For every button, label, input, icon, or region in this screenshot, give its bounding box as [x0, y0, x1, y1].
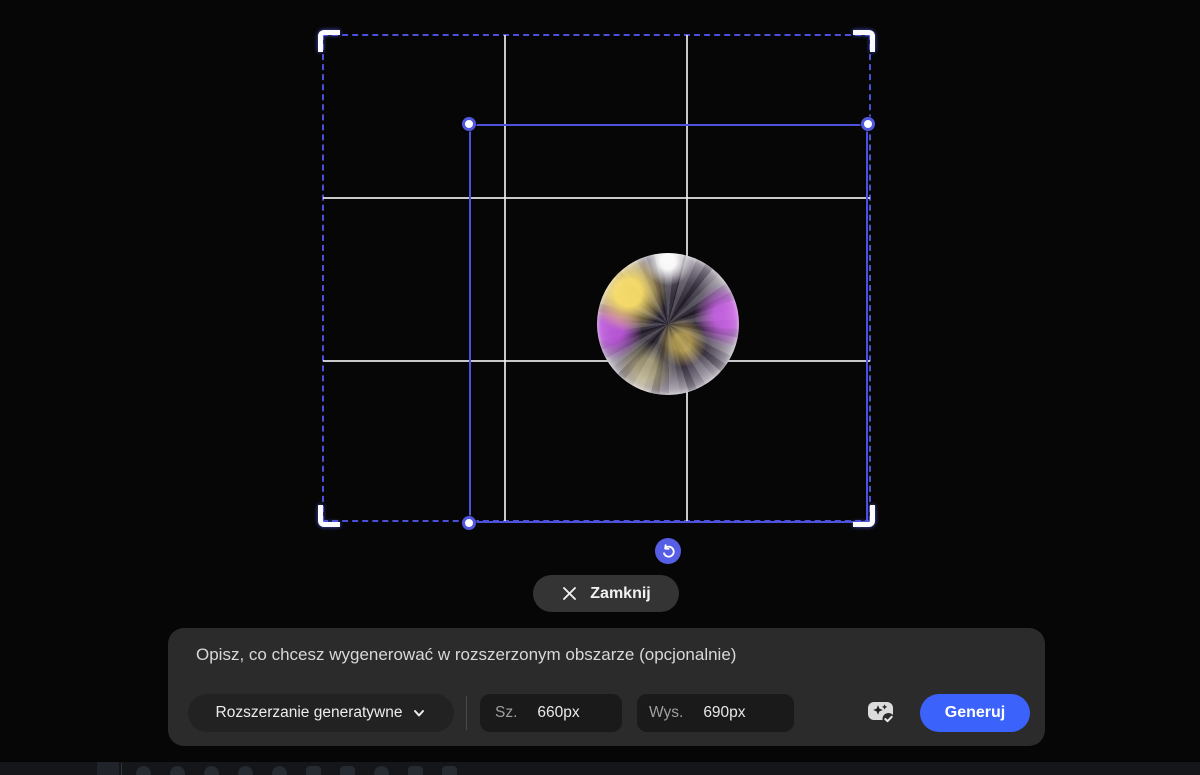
- prompt-input[interactable]: [196, 642, 996, 668]
- rotate-handle[interactable]: [655, 538, 681, 564]
- taskbar-icon[interactable]: [136, 766, 151, 775]
- generative-expand-panel: Rozszerzanie generatywne Sz. 660px Wys. …: [168, 628, 1045, 746]
- taskbar-icon[interactable]: [408, 766, 423, 775]
- taskbar-icon[interactable]: [306, 766, 321, 775]
- original-image-frame[interactable]: [469, 124, 868, 523]
- frame-handle-top-left[interactable]: [462, 117, 476, 131]
- expand-corner-handle-top-left[interactable]: [318, 30, 340, 52]
- taskbar-separator: [121, 763, 122, 775]
- taskbar-icon[interactable]: [204, 766, 219, 775]
- close-button-label: Zamknij: [590, 584, 651, 602]
- width-field[interactable]: Sz. 660px: [480, 694, 622, 732]
- close-icon: [561, 585, 578, 602]
- taskbar-strip: [0, 762, 1200, 775]
- taskbar-icon[interactable]: [442, 766, 457, 775]
- height-field[interactable]: Wys. 690px: [637, 694, 794, 732]
- width-field-value: 660px: [537, 704, 580, 721]
- mode-dropdown-label: Rozszerzanie generatywne: [215, 704, 403, 721]
- height-field-value: 690px: [703, 704, 746, 721]
- rotate-ccw-icon: [661, 543, 676, 559]
- taskbar-icon[interactable]: [238, 766, 253, 775]
- taskbar-start-tile[interactable]: [97, 762, 119, 775]
- generative-credits-icon: [866, 699, 896, 727]
- taskbar-icon[interactable]: [272, 766, 287, 775]
- taskbar-icon[interactable]: [170, 766, 185, 775]
- close-button[interactable]: Zamknij: [533, 575, 679, 612]
- generate-button[interactable]: Generuj: [920, 694, 1030, 732]
- panel-divider: [466, 696, 467, 730]
- mode-dropdown[interactable]: Rozszerzanie generatywne: [188, 694, 454, 732]
- frame-handle-bottom-left[interactable]: [462, 516, 476, 530]
- expand-corner-handle-top-right[interactable]: [853, 30, 875, 52]
- taskbar-icon[interactable]: [340, 766, 355, 775]
- expand-corner-handle-bottom-right[interactable]: [853, 505, 875, 527]
- taskbar-icon[interactable]: [374, 766, 389, 775]
- height-field-label: Wys.: [649, 704, 684, 721]
- width-field-label: Sz.: [495, 704, 518, 721]
- frame-handle-top-right[interactable]: [861, 117, 875, 131]
- chevron-down-icon: [412, 706, 426, 720]
- expand-corner-handle-bottom-left[interactable]: [318, 505, 340, 527]
